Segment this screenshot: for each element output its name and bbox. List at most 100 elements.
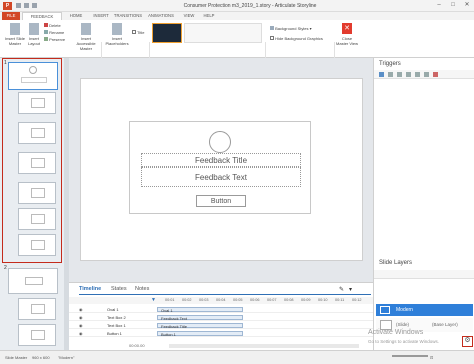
layout-thumbnail[interactable] <box>18 324 56 346</box>
slide-layers-title: Slide Layers <box>379 260 413 266</box>
window-title: Consumer Protection m3_2019_1.story - Ar… <box>183 3 317 9</box>
timeline-row[interactable]: ◉ Button 1 Button 1 <box>69 330 373 337</box>
background-styles-dropdown[interactable]: Background Styles ▾ <box>270 26 312 31</box>
delete-label: Delete <box>49 23 61 28</box>
rename-button[interactable]: Rename <box>44 30 64 35</box>
tick-label: 00:07 <box>267 298 277 302</box>
tab-view[interactable]: VIEW <box>180 12 198 20</box>
title-checkbox[interactable]: Title <box>132 30 144 35</box>
row-object-name: Text Box 2 <box>107 315 126 320</box>
layout-thumbnail[interactable] <box>18 92 56 114</box>
row-timeline-bar[interactable]: Feedback Text <box>157 315 243 321</box>
theme-thumbnail[interactable] <box>152 23 182 43</box>
right-panel: Triggers Slide Layers Modern (Slide) (Ba… <box>368 58 474 350</box>
tab-transitions[interactable]: TRANSITIONS <box>112 12 144 20</box>
feedback-text-placeholder[interactable]: Feedback Text <box>141 167 301 187</box>
theme-gallery[interactable] <box>184 23 262 43</box>
insert-layout-label: Insert Layout <box>27 36 40 46</box>
oval-shape[interactable] <box>209 131 231 153</box>
delete-trigger-icon[interactable] <box>433 72 438 77</box>
tick-label: 00:03 <box>199 298 209 302</box>
timeline-row[interactable]: ◉ Text Box 2 Feedback Text <box>69 314 373 321</box>
tab-animations[interactable]: ANIMATIONS <box>144 12 178 20</box>
timeline-tab-underline <box>79 294 371 295</box>
preserve-button[interactable]: Preserve <box>44 37 65 42</box>
insert-accessible-master-button[interactable]: Insert Accessible Master <box>74 23 98 51</box>
insert-placeholders-button[interactable]: Insert Placeholders <box>104 23 130 51</box>
settings-gear-icon[interactable]: ⚙ <box>462 336 473 347</box>
undo-icon[interactable] <box>24 3 29 8</box>
eye-icon[interactable]: ◉ <box>79 330 83 337</box>
edit-trigger-icon[interactable] <box>388 72 393 77</box>
slide-canvas[interactable]: Feedback Title Feedback Text Button <box>80 78 363 261</box>
row-timeline-bar[interactable]: Oval 1 <box>157 307 243 313</box>
title-checkbox-label: Title <box>137 30 145 35</box>
move-up-icon[interactable] <box>415 72 420 77</box>
tab-insert[interactable]: INSERT <box>90 12 112 20</box>
tab-home[interactable]: HOME <box>64 12 88 20</box>
delete-icon <box>44 23 48 27</box>
save-icon[interactable] <box>16 3 21 8</box>
delete-button[interactable]: Delete <box>44 23 61 28</box>
layer-modern-label: Modern <box>396 307 413 313</box>
hide-background-graphics-checkbox[interactable]: Hide Background Graphics <box>270 36 323 41</box>
layout-thumbnail[interactable] <box>18 122 56 144</box>
layout-preview <box>31 330 45 340</box>
triggers-title: Triggers <box>379 61 401 67</box>
copy-trigger-icon[interactable] <box>397 72 402 77</box>
row-timeline-bar[interactable]: Button 1 <box>157 331 243 337</box>
layout-thumbnail[interactable] <box>18 208 56 230</box>
tab-states[interactable]: States <box>111 286 127 292</box>
layout-thumbnail[interactable] <box>18 298 56 320</box>
timeline-scrollbar[interactable] <box>169 344 359 348</box>
eye-icon[interactable]: ◉ <box>79 314 83 321</box>
close-icon: ✕ <box>342 23 352 34</box>
master-thumbnail[interactable] <box>8 268 58 294</box>
close-window-button[interactable]: ✕ <box>460 1 474 10</box>
layout-thumbnail[interactable] <box>18 152 56 174</box>
activate-windows-watermark: Activate Windows <box>368 329 424 336</box>
tab-notes[interactable]: Notes <box>135 286 149 292</box>
feedback-title-placeholder[interactable]: Feedback Title <box>141 153 301 167</box>
playhead-icon[interactable]: ▼ <box>151 297 156 303</box>
insert-slide-master-button[interactable]: Insert Slide Master <box>4 23 26 51</box>
layout-preview <box>31 240 45 250</box>
maximize-button[interactable]: □ <box>446 1 460 10</box>
timeline-row[interactable]: ◉ Text Box 1 Feedback Title <box>69 322 373 329</box>
insert-layout-button[interactable]: Insert Layout <box>27 23 41 51</box>
timeline-row[interactable]: ◉ Oval 1 Oval 1 <box>69 306 373 313</box>
triggers-toolbar <box>374 70 474 79</box>
timeline-collapse-icon[interactable]: ▾ <box>349 286 352 293</box>
minimize-button[interactable]: – <box>432 1 446 10</box>
zoom-slider[interactable] <box>392 355 428 357</box>
eye-icon[interactable]: ◉ <box>79 306 83 313</box>
tab-help[interactable]: HELP <box>200 12 218 20</box>
new-trigger-icon[interactable] <box>379 72 384 77</box>
layer-modern[interactable]: Modern <box>376 304 473 316</box>
checkbox-icon <box>132 30 136 34</box>
tab-timeline[interactable]: Timeline <box>79 286 101 292</box>
close-master-view-button[interactable]: ✕ Close Master View <box>336 23 358 51</box>
checkbox-icon <box>270 36 274 40</box>
move-down-icon[interactable] <box>424 72 429 77</box>
button-placeholder[interactable]: Button <box>196 195 246 207</box>
preserve-icon <box>44 37 48 41</box>
layer-thumbnail <box>380 306 390 314</box>
eye-icon[interactable]: ◉ <box>79 322 83 329</box>
timeline-ruler: ▼ 00:01 00:02 00:03 00:04 00:05 00:06 00… <box>69 297 373 304</box>
insert-accessible-master-label: Insert Accessible Master <box>76 36 96 51</box>
ribbon-tabs: FILE FEEDBACK MASTER HOME INSERT TRANSIT… <box>0 12 474 27</box>
tab-file[interactable]: FILE <box>2 12 20 20</box>
row-timeline-bar[interactable]: Feedback Title <box>157 323 243 329</box>
app-logo: P <box>3 2 12 10</box>
fit-to-window-icon[interactable]: ⊡ <box>430 351 433 364</box>
slide-thumbnails-panel[interactable]: 1 2 <box>0 58 69 350</box>
tab-feedback-master[interactable]: FEEDBACK MASTER <box>22 12 62 27</box>
layout-preview <box>31 158 45 168</box>
paste-trigger-icon[interactable] <box>406 72 411 77</box>
layout-thumbnail[interactable] <box>18 234 56 256</box>
timeline-tool-icon[interactable]: ✎ <box>339 286 344 293</box>
layout-thumbnail[interactable] <box>18 182 56 204</box>
redo-icon[interactable] <box>32 3 37 8</box>
layout-preview <box>31 214 45 224</box>
